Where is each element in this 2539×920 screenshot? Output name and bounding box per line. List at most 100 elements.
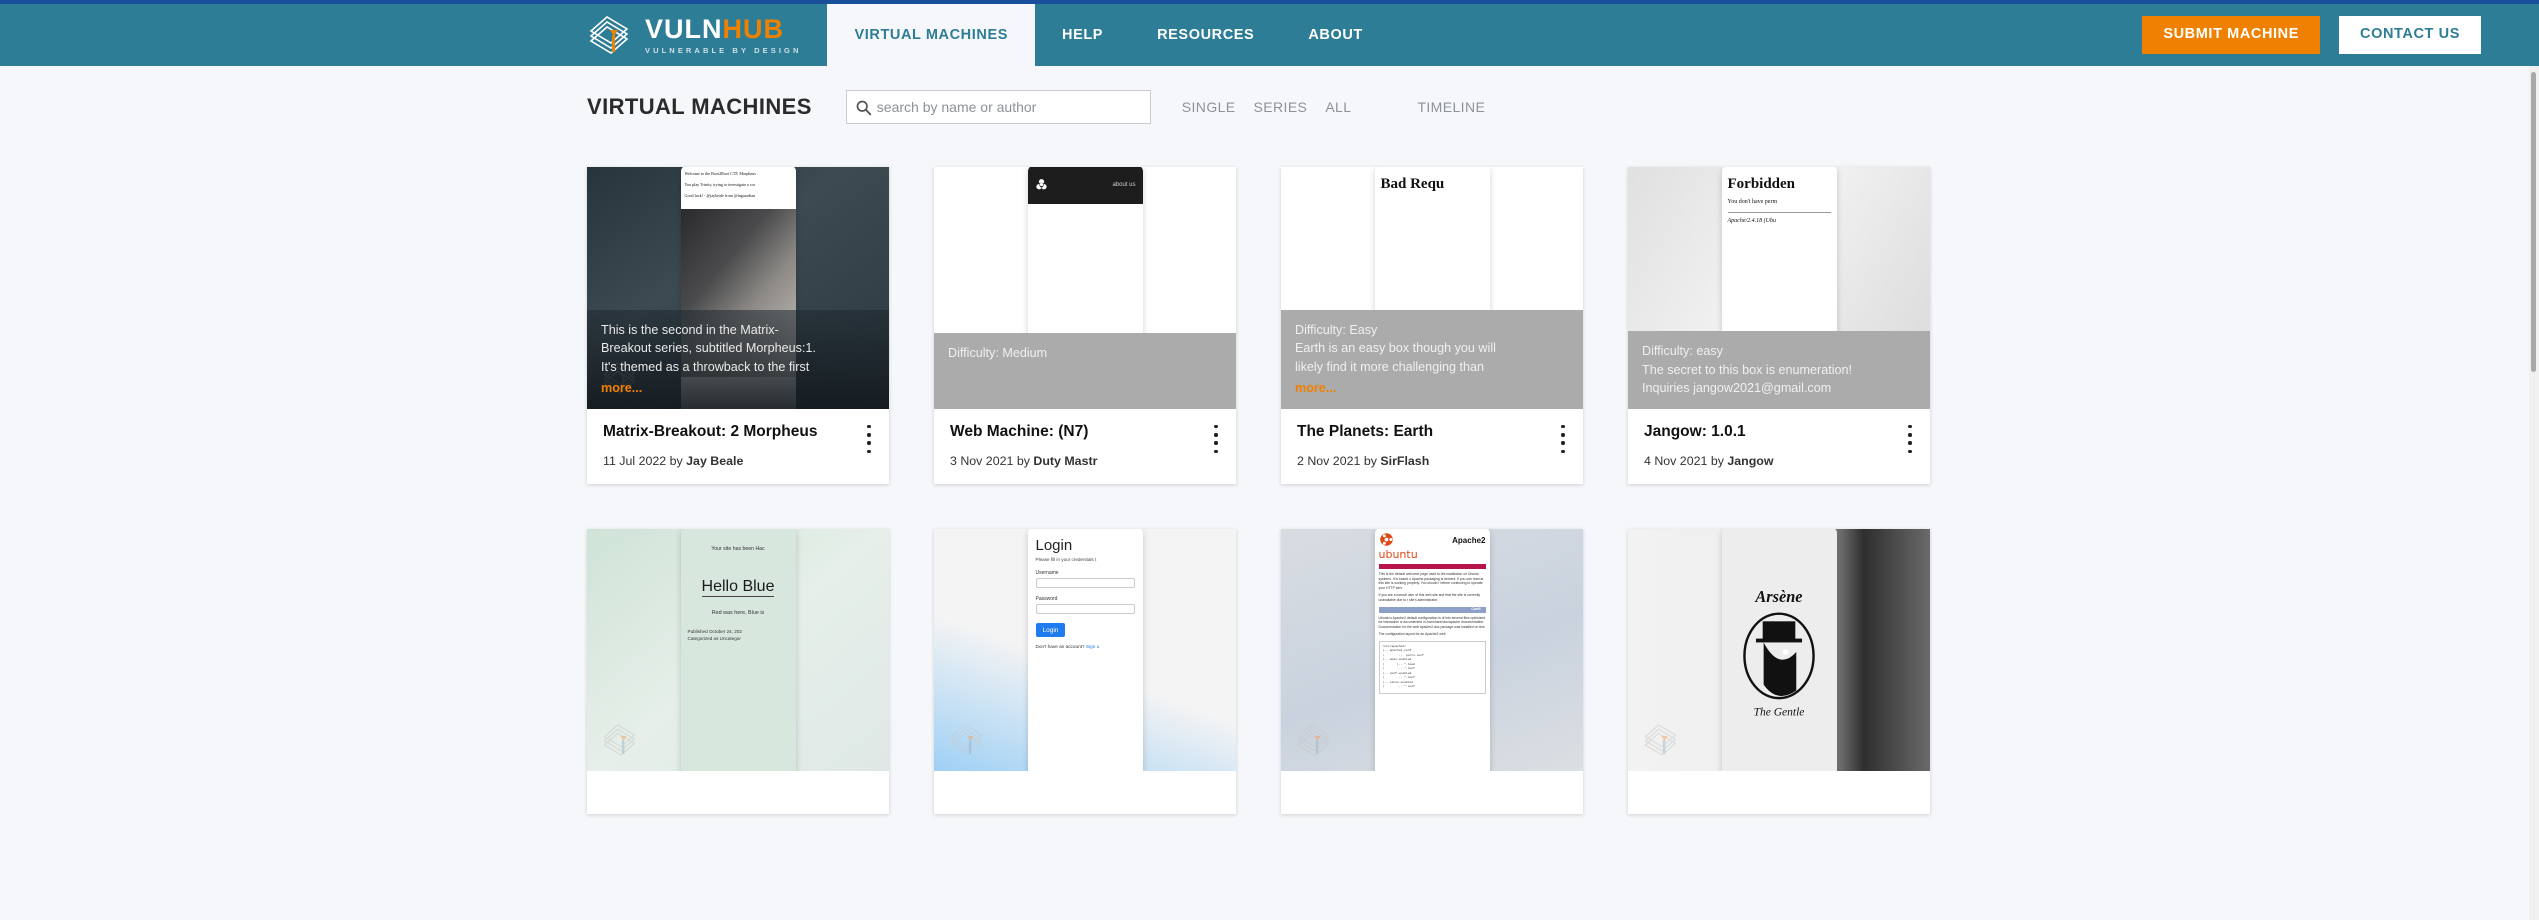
preview-line-3: Good luck! - @jaybeale from @inguardian	[684, 193, 756, 198]
card-by-label: by	[1363, 454, 1377, 468]
card-meta: 4 Nov 2021 by Jangow	[1644, 454, 1914, 468]
svg-text:The Gentle: The Gentle	[1754, 706, 1805, 718]
vulnhub-logo[interactable]: VULNHUB VULNERABLE BY DESIGN	[587, 4, 827, 66]
card-body	[934, 771, 1236, 814]
preview-apache-label: Apache2	[1452, 535, 1486, 545]
card-date: 2 Nov 2021	[1297, 454, 1361, 468]
preview-footer-text: Don't have an account?	[1035, 644, 1085, 649]
machine-card[interactable]: Forbidden You don't have perm Apache/2.4…	[1628, 167, 1930, 484]
card-author[interactable]: SirFlash	[1380, 454, 1429, 468]
svg-text:Arsène: Arsène	[1754, 587, 1802, 606]
vulnhub-watermark-icon	[601, 721, 641, 759]
kebab-menu-icon[interactable]	[1209, 425, 1223, 453]
kebab-menu-icon[interactable]	[1556, 425, 1570, 453]
card-meta: 11 Jul 2022 by Jay Beale	[603, 454, 873, 468]
card-by-label: by	[1710, 454, 1724, 468]
more-link[interactable]: more...	[601, 379, 875, 397]
brand-tagline: VULNERABLE BY DESIGN	[645, 45, 802, 55]
filter-single[interactable]: SINGLE	[1173, 99, 1245, 115]
card-title[interactable]: Jangow: 1.0.1	[1644, 423, 1914, 441]
preview-screenshot: Your site has been Hac Hello Blue Red wa…	[680, 529, 796, 771]
preview-password-field	[1035, 604, 1135, 614]
brand-word-hub: HUB	[722, 13, 784, 44]
preview-screenshot: Login Please fill in your credentials t …	[1027, 529, 1143, 771]
search-input[interactable]	[876, 99, 1150, 115]
overlay-line-1: Difficulty: easy	[1642, 344, 1723, 359]
preview-red-bar	[1378, 564, 1486, 569]
search-icon	[851, 91, 877, 123]
card-title[interactable]: Web Machine: (N7)	[950, 423, 1220, 441]
primary-nav: VIRTUAL MACHINES HELP RESOURCES ABOUT	[827, 4, 1389, 66]
card-title[interactable]: Matrix-Breakout: 2 Morpheus	[603, 423, 873, 441]
kebab-menu-icon[interactable]	[862, 425, 876, 453]
card-by-label: by	[669, 454, 683, 468]
search-box[interactable]	[845, 90, 1151, 124]
brand-word-vuln: VULN	[645, 13, 723, 44]
preview-nav-label: about us	[1112, 182, 1136, 188]
card-author[interactable]: Jay Beale	[686, 454, 743, 468]
page-scrollbar[interactable]	[2529, 66, 2539, 920]
overlay-line-1: Difficulty: Medium	[948, 346, 1048, 360]
preview-published: Published October 24, 202	[687, 629, 742, 634]
preview-footer: Apache/2.4.18 (Ubu	[1727, 218, 1777, 224]
card-preview: about us Difficulty: Medium	[934, 167, 1236, 409]
preview-login-button: Login	[1035, 623, 1066, 637]
card-description-overlay: Difficulty: Medium	[934, 333, 1236, 409]
nav-item-resources[interactable]: RESOURCES	[1130, 4, 1281, 66]
machine-card[interactable]: Your site has been Hac Hello Blue Red wa…	[587, 529, 889, 814]
machine-card[interactable]: Bad Requ Difficulty: Easy Earth is an ea…	[1281, 167, 1583, 484]
preview-line-2: You play Trinity, trying to investigate …	[684, 182, 756, 187]
filter-timeline[interactable]: TIMELINE	[1408, 99, 1494, 115]
page-title: VIRTUAL MACHINES	[587, 94, 812, 119]
card-body	[1281, 771, 1583, 814]
overlay-line-3: likely find it more challenging than	[1295, 359, 1485, 374]
kebab-menu-icon[interactable]	[1903, 425, 1917, 453]
card-body	[587, 771, 889, 814]
nav-item-help[interactable]: HELP	[1035, 4, 1130, 66]
card-author[interactable]: Duty Mastr	[1033, 454, 1097, 468]
preview-paragraph-4: The configuration layout for an Apache2 …	[1378, 632, 1446, 637]
preview-heading: Hello Blue	[701, 578, 775, 597]
machine-card[interactable]: Apache2 ubuntu This is the default welco…	[1281, 529, 1583, 814]
preview-heading: Bad Requ	[1380, 176, 1445, 192]
machine-card[interactable]: Welcome to the Boot2Root CTF, Morpheus Y…	[587, 167, 889, 484]
machine-card[interactable]: Login Please fill in your credentials t …	[934, 529, 1236, 814]
top-navbar: VULNHUB VULNERABLE BY DESIGN VIRTUAL MAC…	[0, 0, 2539, 66]
nav-item-about[interactable]: ABOUT	[1281, 4, 1390, 66]
vulnhub-stack-logo-icon	[587, 13, 635, 57]
card-date: 4 Nov 2021	[1644, 454, 1708, 468]
preview-body: Red was here, Blue is	[711, 610, 765, 616]
vulnhub-watermark-icon	[1295, 721, 1335, 759]
machine-card[interactable]: Arsène The Gentle	[1628, 529, 1930, 814]
more-link[interactable]: more...	[1295, 379, 1569, 397]
preview-heading: Login	[1035, 537, 1073, 554]
card-title[interactable]: The Planets: Earth	[1297, 423, 1567, 441]
card-body: The Planets: Earth 2 Nov 2021 by SirFlas…	[1281, 409, 1583, 484]
card-preview: Apache2 ubuntu This is the default welco…	[1281, 529, 1583, 771]
overlay-line-2: Breakout series, subtitled Morpheus:1.	[601, 341, 816, 356]
card-date: 11 Jul 2022	[603, 454, 667, 468]
overlay-line-2: The secret to this box is enumeration!	[1642, 362, 1852, 377]
navbar-actions: SUBMIT MACHINE CONTACT US	[2142, 4, 2539, 66]
scrollbar-thumb[interactable]	[2531, 72, 2536, 372]
card-body: Web Machine: (N7) 3 Nov 2021 by Duty Mas…	[934, 409, 1236, 484]
submit-machine-button[interactable]: SUBMIT MACHINE	[2142, 16, 2321, 54]
machine-card[interactable]: about us Difficulty: Medium Web Machine:…	[934, 167, 1236, 484]
preview-password-label: Password	[1035, 596, 1058, 602]
card-preview: Your site has been Hac Hello Blue Red wa…	[587, 529, 889, 771]
contact-us-button[interactable]: CONTACT US	[2339, 16, 2481, 54]
nav-item-virtual-machines[interactable]: VIRTUAL MACHINES	[827, 4, 1035, 66]
card-by-label: by	[1016, 454, 1030, 468]
filter-series[interactable]: SERIES	[1245, 99, 1317, 115]
vulnhub-watermark-icon	[1642, 721, 1682, 759]
card-author[interactable]: Jangow	[1727, 454, 1773, 468]
page-header: VIRTUAL MACHINES SINGLE SERIES ALL TIMEL…	[0, 66, 2539, 124]
preview-username-label: Username	[1035, 570, 1059, 576]
filter-all[interactable]: ALL	[1316, 99, 1360, 115]
machine-grid: Welcome to the Boot2Root CTF, Morpheus Y…	[0, 124, 2539, 814]
filter-group: SINGLE SERIES ALL TIMELINE	[1173, 99, 1494, 115]
card-meta: 2 Nov 2021 by SirFlash	[1297, 454, 1567, 468]
preview-screenshot: Apache2 ubuntu This is the default welco…	[1374, 529, 1490, 771]
card-preview: Arsène The Gentle	[1628, 529, 1930, 771]
brand-text: VULNHUB VULNERABLE BY DESIGN	[645, 13, 802, 55]
